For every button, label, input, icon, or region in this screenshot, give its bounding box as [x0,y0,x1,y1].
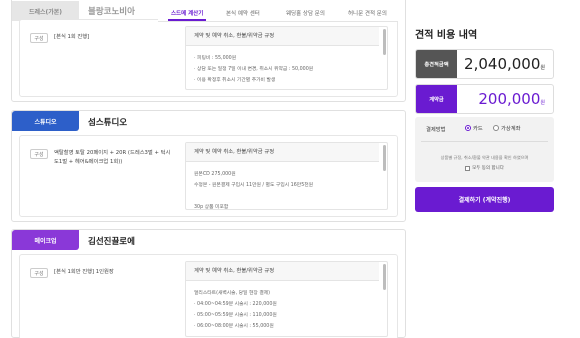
vendor-card-studio: 스튜디오 섬스튜디오 구성 액탈촬영 토탈 20페이지 + 20R (드레스3벌… [11,110,406,222]
policy-lines: 얼리스타트(새벽시술, 당일 현장 결제) · 04:00~04:59분 시술시… [194,288,375,332]
pay-button[interactable]: 결제하기 (계약진행) [415,187,554,212]
total-amount-box: 총견적금액 2,040,000원 [415,49,554,79]
policy-line: · 이용 확정후 취소시 기간별 추가비 발생 [194,78,276,83]
deposit-amount: 200,000 [478,90,541,108]
radio-virtual-account[interactable]: 가상계좌 [493,124,521,132]
total-amount: 2,040,000 [464,55,541,73]
vendor-package-box: 구성 [본식 1회만 진행] 1인원장 계약 및 예약 취소, 환불/위약금 규… [19,254,398,338]
policy-lines: 원본CD 275,000원 수정본 - 원본결제 구입시 11만원 / 별도 구… [194,169,375,210]
radio-label: 가상계좌 [501,126,521,132]
policy-title: 계약 및 예약 취소, 환불/위약금 규정 [186,262,379,281]
tab-booking-center[interactable]: 본식 예약 센터 [226,9,260,17]
policy-line: 얼리스타트(새벽시술, 당일 현장 결제) [194,291,271,296]
deposit-amount-box: 계약금 200,000원 [415,84,554,114]
policy-line: · 상담 또는 일정 7일 이내 변경, 취소시 위약금 : 50,000원 [194,67,314,72]
policy-line [194,191,375,202]
vendor-package-box: 구성 액탈촬영 토탈 20페이지 + 20R (드레스3벌 + 턱시도1벌 + … [19,135,398,217]
radio-label: 카드 [473,126,483,132]
payment-panel: 결제방법 카드 가상계좌 상품별 규정, 취소/환불 약관 내용을 확인 하였으… [415,117,554,182]
checkbox-icon [465,165,471,171]
policy-lines: · 피팅비 : 55,000원 · 상담 또는 일정 7일 이내 변경, 취소시… [194,53,375,86]
vendor-list: 드레스(가본) 블랑코노비아 구성 [본식 1회 진행] 계약 및 예약 취소,… [0,0,407,338]
package-description: [본식 1회 진행] [54,34,90,40]
active-tab-indicator [168,19,206,21]
radio-selected-icon [465,125,471,131]
policy-line: · 04:00~04:59분 시술시 : 220,000원 [194,302,277,307]
agree-notice: 상품별 규정, 취소/환불 약관 내용을 확인 하였으며 [440,155,529,160]
package-chip: 구성 [30,33,48,43]
vendor-badge-makeup: 메이크업 [12,230,79,250]
vendor-name: 김선진끌로에 [88,237,135,247]
policy-box[interactable]: 계약 및 예약 취소, 환불/위약금 규정 원본CD 275,000원 수정본 … [185,142,388,210]
total-value: 2,040,000원 [464,55,545,73]
vendor-badge-studio: 스튜디오 [12,111,79,131]
agree-checkbox[interactable]: 모두 동의 합니다 [415,165,554,171]
summary-title: 견적 비용 내역 [415,30,478,41]
payment-method-label: 결제방법 [426,127,446,133]
tab-sdm-calculator[interactable]: 스드메 계산기 [171,9,203,17]
vendor-package-box: 구성 [본식 1회 진행] 계약 및 예약 취소, 환불/위약금 규정 · 피팅… [19,19,398,97]
deposit-value: 200,000원 [478,90,545,108]
policy-line: · 피팅비 : 55,000원 [194,56,237,61]
package-description: 액탈촬영 토탈 20페이지 + 20R (드레스3벌 + 턱시도1벌 + 헤어&… [54,150,171,165]
tab-honeymoon-inquiry[interactable]: 허니문 견적 문의 [348,9,387,17]
policy-title: 계약 및 예약 취소, 환불/위약금 규정 [186,143,379,162]
vendor-name: 블랑코노비아 [88,7,135,17]
vendor-badge-dress: 드레스(가본) [12,1,79,21]
policy-line: 30p 상품 미포함 [194,205,229,210]
currency-unit: 원 [540,65,545,71]
radio-unselected-icon [493,125,499,131]
policy-line: · 05:00~05:59분 시술시 : 110,000원 [194,313,277,318]
package-description: [본식 1회만 진행] 1인원장 [54,269,114,275]
total-label: 총견적금액 [416,50,457,78]
package-chip: 구성 [30,268,48,278]
deposit-label: 계약금 [416,85,457,113]
vendor-name: 섬스튜디오 [88,118,128,128]
divider [421,141,548,142]
agree-checkbox-label: 모두 동의 합니다 [472,166,504,171]
policy-box[interactable]: 계약 및 예약 취소, 환불/위약금 규정 얼리스타트(새벽시술, 당일 현장 … [185,261,388,337]
radio-card[interactable]: 카드 [465,124,483,132]
vendor-card-makeup: 메이크업 김선진끌로에 구성 [본식 1회만 진행] 1인원장 계약 및 예약 … [11,229,406,338]
package-chip: 구성 [30,149,48,159]
policy-line: 원본CD 275,000원 [194,172,236,177]
policy-scrollbar[interactable] [383,264,386,290]
policy-scrollbar[interactable] [383,145,386,171]
policy-box[interactable]: 계약 및 예약 취소, 환불/위약금 규정 · 피팅비 : 55,000원 · … [185,26,388,90]
top-nav: 스드메 계산기 본식 예약 센터 웨딩홀 상담 문의 허니문 견적 문의 [158,0,398,22]
estimate-summary: 견적 비용 내역 총견적금액 2,040,000원 계약금 200,000원 결… [415,0,555,338]
policy-line: 수정본 - 원본결제 구입시 11만원 / 별도 구입시 16만5천원 [194,183,314,188]
policy-scrollbar[interactable] [383,29,386,55]
vendor-header: 스튜디오 섬스튜디오 [12,111,405,135]
currency-unit: 원 [540,100,545,106]
policy-line: · 06:00~08:00분 시술시 : 55,000원 [194,324,274,329]
tab-wedding-hall-inquiry[interactable]: 웨딩홀 상담 문의 [286,9,325,17]
vendor-header: 메이크업 김선진끌로에 [12,230,405,254]
policy-title: 계약 및 예약 취소, 환불/위약금 규정 [186,27,379,46]
